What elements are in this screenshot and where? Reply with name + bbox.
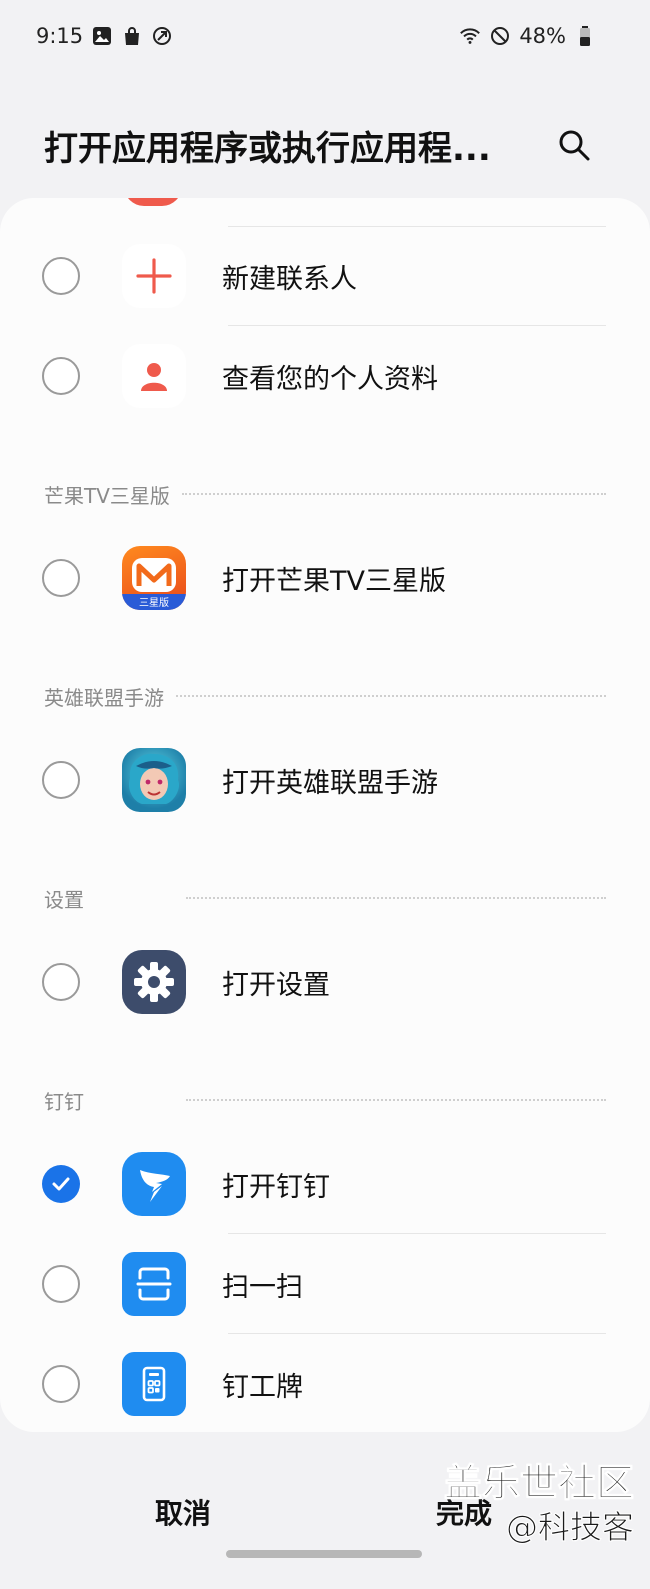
work-badge-icon <box>122 1352 186 1416</box>
section-header-settings: 设置 <box>44 883 606 913</box>
shopping-bag-icon <box>121 25 143 47</box>
radio-button-checked[interactable] <box>42 1165 80 1203</box>
section-header-lol: 英雄联盟手游 <box>44 681 606 711</box>
list-item-label: 打开英雄联盟手游 <box>222 767 438 799</box>
mango-tv-app-icon: 三星版 <box>122 546 186 610</box>
checkmark-icon <box>52 1177 70 1191</box>
gallery-icon <box>91 25 113 47</box>
scan-icon <box>122 1252 186 1316</box>
list-item-open-settings[interactable]: 打开设置 <box>0 932 650 1032</box>
status-bar: 9:15 48% <box>0 0 650 72</box>
cast-icon <box>151 25 173 47</box>
list-item-label: 查看您的个人资料 <box>222 363 438 395</box>
settings-gear-icon <box>122 950 186 1014</box>
list-item-open-mango-tv[interactable]: 三星版 打开芒果TV三星版 <box>0 528 650 628</box>
section-divider <box>181 493 606 495</box>
watermark-community: 盖乐世社区 <box>443 1461 634 1506</box>
profile-icon <box>122 344 186 408</box>
list-item-label: 打开钉钉 <box>222 1171 330 1203</box>
page-title: 打开应用程序或执行应用程... <box>44 128 491 169</box>
list-item-label: 扫一扫 <box>222 1271 303 1303</box>
search-icon <box>559 130 590 161</box>
mango-tv-badge: 三星版 <box>139 598 169 609</box>
do-not-disturb-icon <box>489 25 511 47</box>
section-title: 设置 <box>44 887 84 912</box>
radio-button[interactable] <box>42 357 80 395</box>
status-right: 48% <box>459 24 596 48</box>
section-header-mango-tv: 芒果TV三星版 <box>44 479 606 509</box>
section-title: 芒果TV三星版 <box>44 483 170 508</box>
radio-button[interactable] <box>42 559 80 597</box>
list-item-label: 钉工牌 <box>222 1371 303 1403</box>
section-divider <box>176 695 606 697</box>
list-item-open-dingtalk[interactable]: 打开钉钉 <box>0 1134 650 1234</box>
radio-button[interactable] <box>42 761 80 799</box>
list-item-scan[interactable]: 扫一扫 <box>0 1234 650 1334</box>
dingtalk-app-icon <box>122 1152 186 1216</box>
battery-icon <box>574 25 596 47</box>
list-item-label: 打开设置 <box>222 969 330 1001</box>
league-of-legends-app-icon <box>122 748 186 812</box>
list-item-open-lol[interactable]: 打开英雄联盟手游 <box>0 730 650 830</box>
radio-button[interactable] <box>42 1265 80 1303</box>
status-time: 9:15 <box>36 24 84 48</box>
radio-button[interactable] <box>42 1365 80 1403</box>
add-contact-icon <box>122 244 186 308</box>
list-item-label: 打开芒果TV三星版 <box>222 565 446 597</box>
section-divider <box>186 1099 606 1101</box>
home-indicator[interactable] <box>226 1550 422 1558</box>
section-title: 英雄联盟手游 <box>44 685 164 710</box>
list-item-label: 新建联系人 <box>222 263 357 295</box>
cancel-button[interactable]: 取消 <box>120 1492 246 1532</box>
radio-button[interactable] <box>42 963 80 1001</box>
screen: 9:15 48% 打开应用程序或执行应用程... 新建联系人 查看您的个人资料 … <box>0 0 650 1589</box>
list-item-new-contact[interactable]: 新建联系人 <box>0 226 650 326</box>
section-title: 钉钉 <box>44 1089 84 1114</box>
radio-button[interactable] <box>42 257 80 295</box>
wifi-icon <box>459 25 481 47</box>
list-item-view-profile[interactable]: 查看您的个人资料 <box>0 326 650 426</box>
watermark-author: @科技客 <box>505 1508 634 1547</box>
action-list-card: 新建联系人 查看您的个人资料 芒果TV三星版 三星版 打开芒果TV三星版 英雄联… <box>0 198 650 1432</box>
status-left: 9:15 <box>36 24 173 48</box>
list-item-work-badge[interactable]: 钉工牌 <box>0 1334 650 1432</box>
header: 打开应用程序或执行应用程... <box>44 108 598 182</box>
section-divider <box>186 897 606 899</box>
battery-level: 48% <box>519 24 566 48</box>
search-button[interactable] <box>550 121 598 169</box>
partial-contact-icon <box>124 198 182 206</box>
section-header-dingtalk: 钉钉 <box>44 1085 606 1115</box>
